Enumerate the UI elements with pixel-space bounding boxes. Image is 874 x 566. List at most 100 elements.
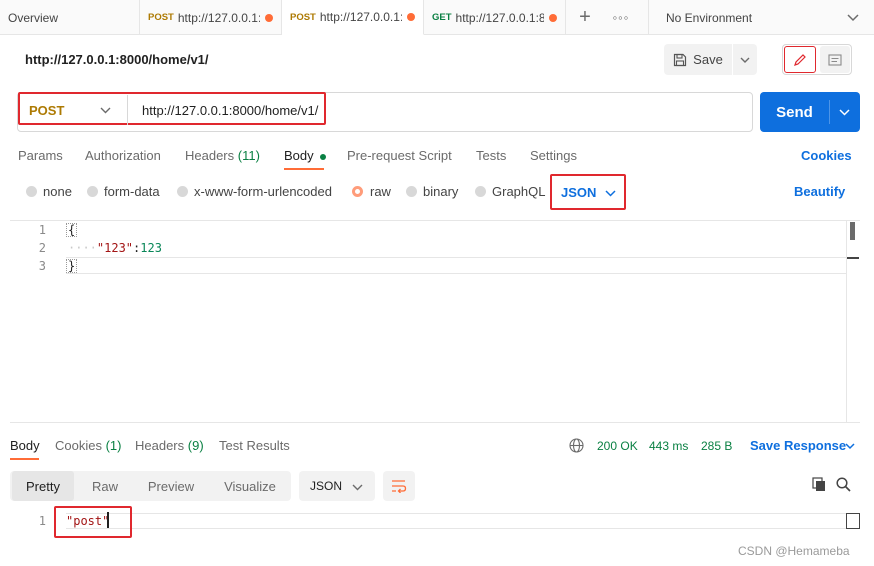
save-dropdown-button[interactable]	[733, 44, 757, 75]
tab-prerequest-script[interactable]: Pre-request Script	[347, 148, 452, 163]
save-response-label: Save Response	[750, 438, 847, 453]
request-tab-bar: Overview POST http://127.0.0.1:8 POST ht…	[0, 0, 874, 35]
response-tab-headers-label: Headers	[135, 438, 185, 453]
code-line: {	[66, 223, 78, 237]
radio-raw[interactable]	[352, 186, 363, 200]
radio-binary[interactable]	[406, 186, 417, 200]
chevron-down-icon	[847, 14, 859, 22]
code-line: }	[66, 259, 78, 273]
wrap-lines-button[interactable]	[383, 471, 415, 501]
chevron-down-icon[interactable]	[845, 442, 855, 450]
response-tab-cookies[interactable]: Cookies (1)	[55, 438, 121, 453]
globe-icon[interactable]	[569, 438, 584, 453]
save-response-button[interactable]: Save Response	[750, 438, 846, 453]
chevron-down-icon	[352, 484, 363, 491]
tab-headers-label: Headers	[185, 148, 235, 163]
response-format-dropdown[interactable]: JSON	[299, 471, 375, 501]
editor-scrollbar[interactable]	[846, 220, 860, 423]
response-line-highlight	[66, 513, 846, 529]
method-label: POST	[29, 102, 65, 118]
view-visualize[interactable]: Visualize	[212, 471, 288, 501]
tab-headers-count: (11)	[237, 148, 260, 163]
radio-form-data[interactable]	[87, 186, 98, 200]
response-tab-cookies-label: Cookies	[55, 438, 102, 453]
radio-graphql[interactable]	[475, 186, 486, 200]
response-scrollbar[interactable]	[846, 513, 860, 529]
tab-label: http://127.0.0.1:8	[319, 10, 402, 24]
code-line: ····"123":123	[68, 241, 162, 255]
tab-params[interactable]: Params	[18, 148, 63, 163]
active-tab-underline	[10, 458, 39, 460]
radio-none-label: none	[43, 184, 72, 199]
response-tab-headers-count: (9)	[187, 438, 204, 453]
more-tabs-icon[interactable]: ◦◦◦	[604, 0, 638, 35]
status-code[interactable]: 200 OK	[597, 439, 638, 453]
radio-circle	[177, 186, 188, 197]
text-cursor	[107, 512, 109, 528]
view-raw[interactable]: Raw	[78, 471, 132, 501]
unsaved-dot-icon	[549, 13, 557, 22]
chevron-down-icon	[605, 190, 616, 197]
send-button[interactable]: Send	[760, 92, 860, 132]
tab-authorization[interactable]: Authorization	[85, 148, 161, 163]
response-tab-body[interactable]: Body	[10, 438, 40, 453]
send-divider	[829, 100, 830, 124]
response-time[interactable]: 443 ms	[649, 439, 688, 453]
tab-post-request-active[interactable]: POST http://127.0.0.1:8	[282, 0, 424, 35]
edit-pencil-icon[interactable]	[784, 46, 816, 73]
format-label: JSON	[561, 185, 597, 200]
response-tab-cookies-count: (1)	[105, 438, 122, 453]
watermark: CSDN @Hemameba	[738, 544, 850, 558]
scrollbar-thumb[interactable]	[850, 222, 855, 240]
radio-circle-selected	[352, 186, 363, 197]
active-tab-underline	[284, 168, 324, 170]
chevron-down-icon	[740, 57, 750, 63]
search-icon[interactable]	[836, 477, 851, 492]
method-selector[interactable]: POST	[20, 95, 128, 125]
environment-selector[interactable]: No Environment	[648, 0, 874, 35]
cookies-link[interactable]: Cookies	[801, 148, 852, 163]
response-tab-test-results[interactable]: Test Results	[219, 438, 290, 453]
beautify-button[interactable]: Beautify	[794, 184, 845, 199]
line-number: 3	[38, 259, 46, 273]
tab-tests[interactable]: Tests	[476, 148, 506, 163]
radio-circle	[26, 186, 37, 197]
view-preview[interactable]: Preview	[136, 471, 206, 501]
scrollbar-marker	[847, 257, 859, 259]
tab-label: http://127.0.0.1:8	[177, 10, 260, 25]
json-key: "123"	[96, 241, 134, 255]
new-tab-plus-icon[interactable]: +	[566, 0, 604, 35]
documentation-icon[interactable]	[820, 46, 850, 73]
tab-settings[interactable]: Settings	[530, 148, 577, 163]
radio-circle	[475, 186, 486, 197]
radio-urlencoded-label: x-www-form-urlencoded	[194, 184, 332, 199]
unsaved-dot-icon	[265, 13, 273, 22]
radio-raw-label: raw	[370, 184, 391, 199]
tab-method: GET	[432, 12, 452, 23]
tab-overview[interactable]: Overview	[0, 0, 140, 35]
line-number: 1	[38, 223, 46, 237]
radio-circle	[406, 186, 417, 197]
tab-method: POST	[290, 11, 316, 23]
response-body-value[interactable]: "post"	[66, 514, 109, 528]
tab-body[interactable]: Body	[284, 148, 327, 163]
send-label: Send	[776, 103, 813, 121]
line-number: 2	[38, 241, 46, 255]
radio-graphql-label: GraphQL	[492, 184, 546, 199]
tab-headers[interactable]: Headers (11)	[185, 148, 260, 163]
radio-form-data-label: form-data	[104, 184, 160, 199]
radio-none[interactable]	[26, 186, 37, 200]
response-size[interactable]: 285 B	[701, 439, 732, 453]
view-pretty[interactable]: Pretty	[12, 471, 74, 501]
copy-icon[interactable]	[812, 477, 827, 492]
radio-urlencoded[interactable]	[177, 186, 188, 200]
chevron-down-icon[interactable]	[839, 108, 850, 116]
tab-post-request-1[interactable]: POST http://127.0.0.1:8	[140, 0, 282, 35]
save-icon	[674, 53, 687, 66]
tab-get-request[interactable]: GET http://127.0.0.1:80	[424, 0, 566, 35]
url-input[interactable]: http://127.0.0.1:8000/home/v1/	[142, 103, 318, 118]
response-format-label: JSON	[310, 479, 343, 493]
response-tab-headers[interactable]: Headers (9)	[135, 438, 204, 453]
format-dropdown[interactable]: JSON	[550, 174, 626, 210]
save-button[interactable]: Save	[664, 44, 732, 75]
